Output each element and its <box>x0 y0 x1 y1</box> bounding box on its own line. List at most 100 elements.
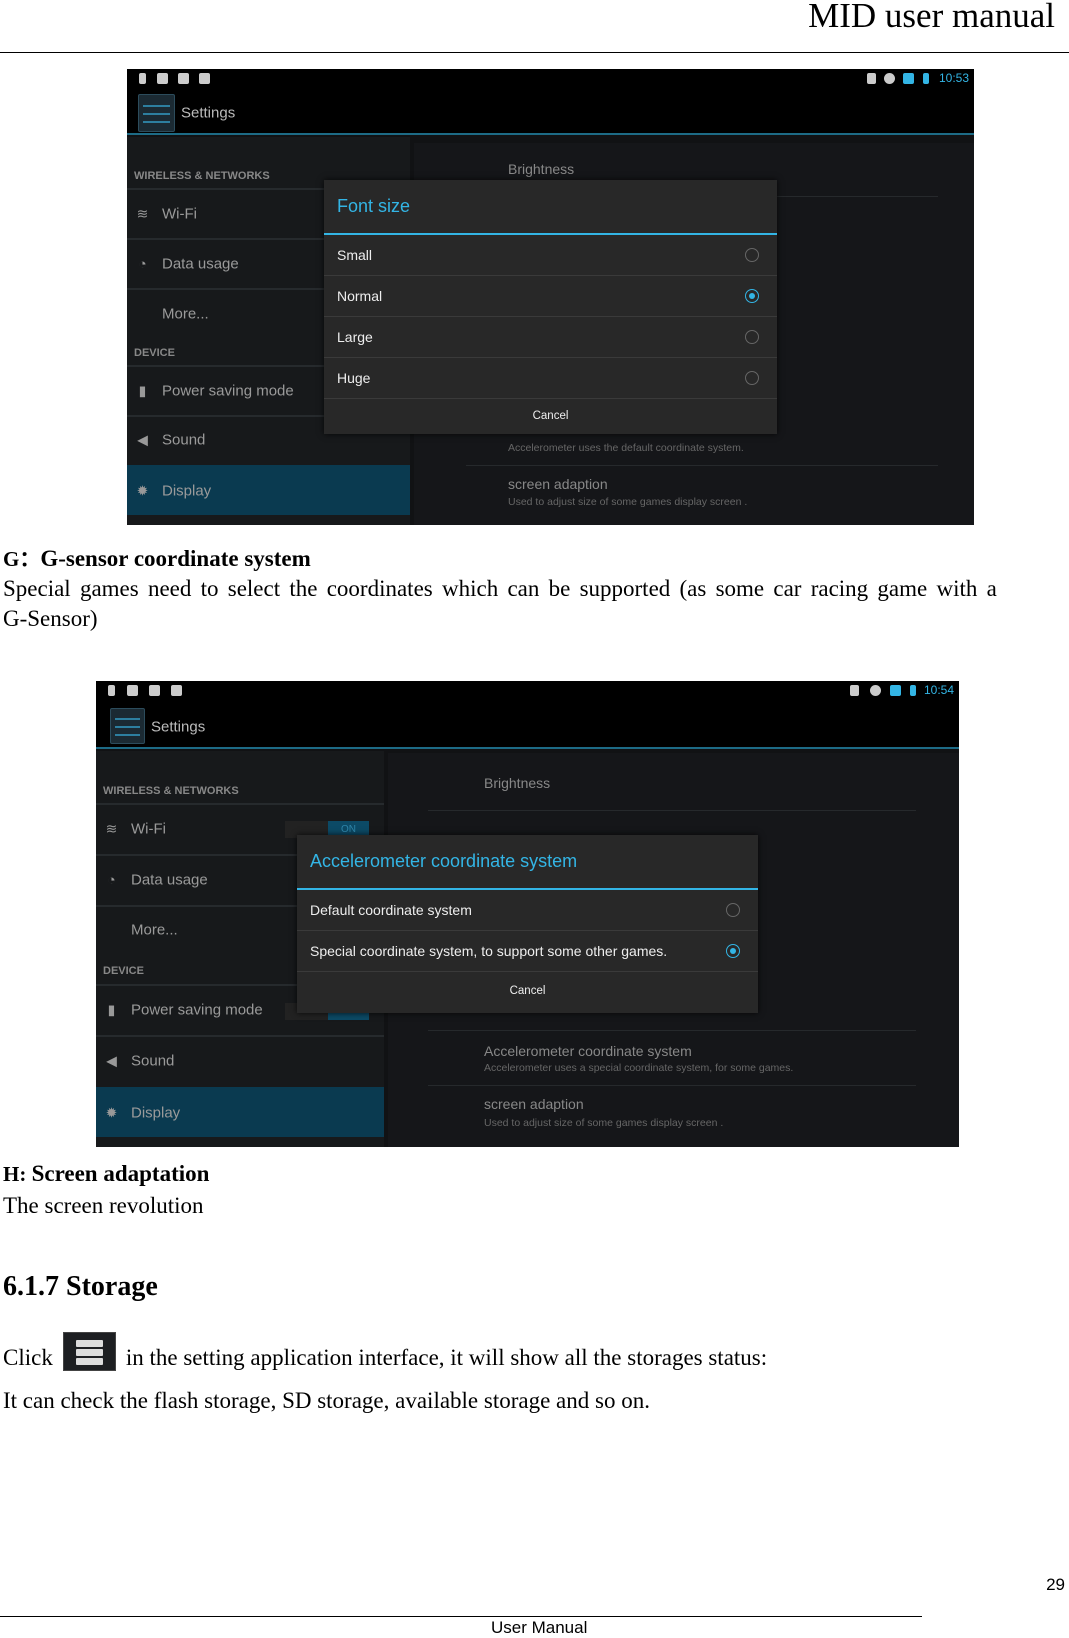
mute-icon <box>850 685 859 696</box>
sidebar-item-sound[interactable]: Sound <box>131 1053 174 1070</box>
wifi-icon: ≋ <box>105 820 118 837</box>
clock: 10:53 <box>939 71 970 85</box>
settings-app-icon[interactable] <box>110 708 145 744</box>
android-debug-icon <box>127 685 138 696</box>
battery-saver-icon: ▮ <box>138 382 147 399</box>
radio-button-selected[interactable] <box>745 289 759 303</box>
data-usage-icon: ◔ <box>138 255 147 272</box>
section-g-prefix: G： <box>3 547 41 571</box>
sidebar-item-data-usage[interactable]: Data usage <box>162 256 239 273</box>
option-default-coordinate[interactable]: Default coordinate system <box>297 890 758 931</box>
battery-icon <box>910 685 916 696</box>
option-large[interactable]: Large <box>324 317 777 358</box>
accelerometer-dialog: Accelerometer coordinate system Default … <box>297 835 758 1013</box>
setting-brightness[interactable]: Brightness <box>508 161 574 177</box>
download-icon <box>178 73 189 84</box>
divider <box>428 810 916 811</box>
wifi-signal-icon <box>890 685 901 696</box>
option-normal[interactable]: Normal <box>324 276 777 317</box>
action-bar: Settings <box>96 702 959 749</box>
category-wireless: WIRELESS & NETWORKS <box>134 170 270 182</box>
page-number: 29 <box>1046 1575 1065 1594</box>
sidebar-item-power-saving[interactable]: Power saving mode <box>131 1002 263 1019</box>
sidebar-item-data-usage[interactable]: Data usage <box>131 872 208 889</box>
setting-screen-adaption[interactable]: screen adaption <box>508 476 608 492</box>
android-debug-icon <box>157 73 168 84</box>
status-bar: 10:54 <box>96 681 959 702</box>
battery-saver-icon: ▮ <box>107 1001 116 1018</box>
dialog-title: Font size <box>324 180 777 235</box>
radio-button[interactable] <box>726 903 740 917</box>
radio-button-selected[interactable] <box>726 944 740 958</box>
footer-label: User Manual <box>491 1618 588 1637</box>
app-title: Settings <box>151 718 206 736</box>
section-g-text-line2: G-Sensor) <box>3 606 98 631</box>
action-bar: Settings <box>127 90 974 135</box>
status-bar: 10:53 <box>127 69 974 90</box>
category-wireless: WIRELESS & NETWORKS <box>103 785 239 797</box>
divider <box>428 1085 916 1086</box>
setting-screen-adaption-summary: Used to adjust size of some games displa… <box>484 1117 724 1129</box>
section-h-title: Screen adaptation <box>31 1161 210 1186</box>
download-icon <box>149 685 160 696</box>
radio-button[interactable] <box>745 248 759 262</box>
cancel-button[interactable]: Cancel <box>324 399 777 432</box>
header-divider <box>0 52 1069 53</box>
data-usage-icon: ◔ <box>107 871 116 888</box>
option-label: Small <box>337 247 373 263</box>
option-small[interactable]: Small <box>324 235 777 276</box>
setting-screen-adaption[interactable]: screen adaption <box>484 1096 584 1112</box>
setting-accelerometer-summary: Accelerometer uses a special coordinate … <box>484 1062 794 1074</box>
divider <box>466 465 938 466</box>
setting-screen-adaption-summary: Used to adjust size of some games displa… <box>508 496 748 508</box>
storage-line1: Click in the setting application interfac… <box>3 1332 767 1371</box>
document-header-title: MID user manual <box>808 0 1055 35</box>
option-special-coordinate[interactable]: Special coordinate system, to support so… <box>297 931 758 972</box>
option-huge[interactable]: Huge <box>324 358 777 399</box>
sidebar-item-display[interactable]: Display <box>131 1105 180 1122</box>
sidebar-item-more[interactable]: More... <box>162 306 209 323</box>
option-label: Default coordinate system <box>310 902 472 918</box>
sidebar-item-display[interactable]: Display <box>162 483 211 500</box>
radio-button[interactable] <box>745 371 759 385</box>
sidebar-item-wifi[interactable]: Wi-Fi <box>131 821 166 838</box>
usb-icon <box>108 685 115 696</box>
section-h-heading: H: Screen adaptation <box>3 1161 209 1187</box>
category-device: DEVICE <box>134 347 175 359</box>
clock: 10:54 <box>924 683 955 697</box>
section-g-title: G-sensor coordinate system <box>40 546 311 571</box>
download-icon <box>171 685 182 696</box>
setting-brightness[interactable]: Brightness <box>484 775 550 791</box>
battery-icon <box>923 73 929 84</box>
cancel-button[interactable]: Cancel <box>297 972 758 1010</box>
storage-settings-icon <box>62 1332 116 1371</box>
divider <box>96 803 384 805</box>
mute-icon <box>867 73 876 84</box>
display-brightness-icon: ✹ <box>136 482 149 499</box>
sound-icon: ◀ <box>137 431 148 448</box>
sidebar-item-sound[interactable]: Sound <box>162 432 205 449</box>
option-label: Special coordinate system, to support so… <box>310 943 668 959</box>
usb-icon <box>139 73 146 84</box>
setting-accelerometer[interactable]: Accelerometer coordinate system <box>484 1043 692 1059</box>
click-text: Click <box>3 1345 53 1370</box>
sound-icon: ◀ <box>106 1052 117 1069</box>
wifi-icon: ≋ <box>136 205 149 222</box>
radio-button[interactable] <box>745 330 759 344</box>
settings-app-icon[interactable] <box>138 94 175 132</box>
alarm-icon <box>870 685 881 696</box>
sidebar-item-power-saving[interactable]: Power saving mode <box>162 383 294 400</box>
dialog-title: Accelerometer coordinate system <box>297 835 758 890</box>
divider <box>428 1030 916 1031</box>
storage-line1-text: in the setting application interface, it… <box>125 1345 768 1370</box>
option-label: Normal <box>337 288 383 304</box>
section-g-text-line1: Special games need to select the coordin… <box>3 576 997 601</box>
setting-accelerometer-summary: Accelerometer uses the default coordinat… <box>508 442 744 454</box>
screenshot-font-size: 10:53 Settings WIRELESS & NETWORKS ≋ Wi-… <box>127 69 974 525</box>
sidebar-item-wifi[interactable]: Wi-Fi <box>162 206 197 223</box>
download-icon <box>199 73 210 84</box>
display-brightness-icon: ✹ <box>105 1104 118 1121</box>
storage-heading: 6.1.7 Storage <box>3 1271 158 1302</box>
sidebar-item-more[interactable]: More... <box>131 922 178 939</box>
section-h-prefix: H: <box>3 1162 32 1186</box>
